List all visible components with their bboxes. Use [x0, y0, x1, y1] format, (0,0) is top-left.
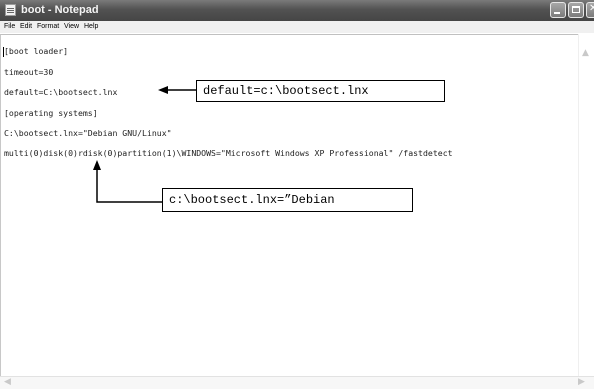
callout-debian-entry: c:\bootsect.lnx=”Debian	[162, 188, 413, 212]
notepad-window: boot - Notepad File Edit Format View Hel…	[0, 0, 594, 389]
callout-default-boot: default=c:\bootsect.lnx	[196, 80, 445, 102]
